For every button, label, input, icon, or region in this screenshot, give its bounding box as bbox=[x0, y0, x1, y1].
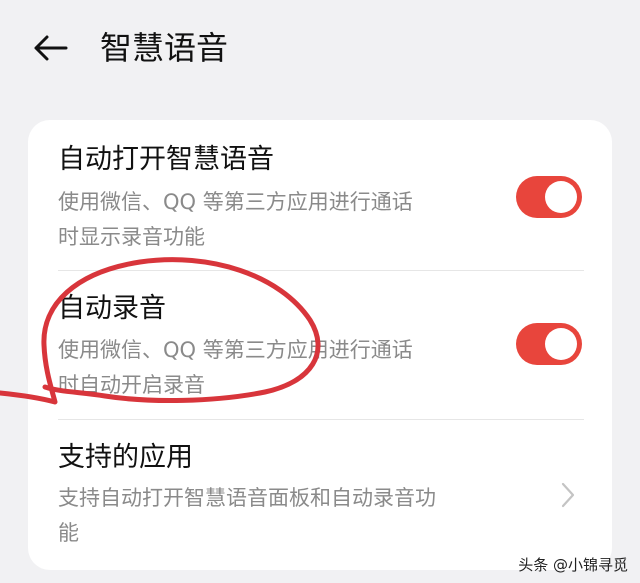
setting-description-line: 支持自动打开智慧语音面板和自动录音功 bbox=[58, 486, 436, 510]
auto-record-toggle[interactable] bbox=[516, 323, 582, 365]
setting-item-supported-apps[interactable]: 支持的应用 支持自动打开智慧语音面板和自动录音功 能 bbox=[28, 420, 612, 570]
toggle-knob bbox=[545, 181, 577, 213]
watermark-text: 头条 @小锦寻觅 bbox=[518, 556, 628, 574]
setting-description-line: 时自动开启录音 bbox=[58, 373, 205, 397]
setting-description-line: 能 bbox=[58, 521, 79, 545]
setting-item-auto-record[interactable]: 自动录音 使用微信、QQ 等第三方应用进行通话 时自动开启录音 bbox=[28, 271, 612, 419]
setting-title: 自动打开智慧语音 bbox=[58, 144, 274, 175]
setting-description-line: 使用微信、QQ 等第三方应用进行通话 bbox=[58, 338, 413, 362]
toggle-knob bbox=[545, 328, 577, 360]
settings-card: 自动打开智慧语音 使用微信、QQ 等第三方应用进行通话 时显示录音功能 自动录音… bbox=[28, 120, 612, 570]
arrow-left-icon bbox=[34, 35, 68, 61]
watermark: 头条 @小锦寻觅 bbox=[518, 554, 628, 575]
setting-item-auto-open-voice[interactable]: 自动打开智慧语音 使用微信、QQ 等第三方应用进行通话 时显示录音功能 bbox=[28, 120, 612, 270]
page-title: 智慧语音 bbox=[100, 29, 229, 67]
setting-title: 支持的应用 bbox=[58, 442, 193, 473]
chevron-right-icon bbox=[561, 482, 575, 508]
setting-description-line: 时显示录音功能 bbox=[58, 225, 205, 249]
setting-title: 自动录音 bbox=[58, 293, 166, 324]
setting-description-line: 使用微信、QQ 等第三方应用进行通话 bbox=[58, 190, 413, 214]
back-button[interactable] bbox=[30, 28, 70, 68]
auto-open-voice-toggle[interactable] bbox=[516, 176, 582, 218]
header-bar: 智慧语音 bbox=[0, 0, 640, 100]
